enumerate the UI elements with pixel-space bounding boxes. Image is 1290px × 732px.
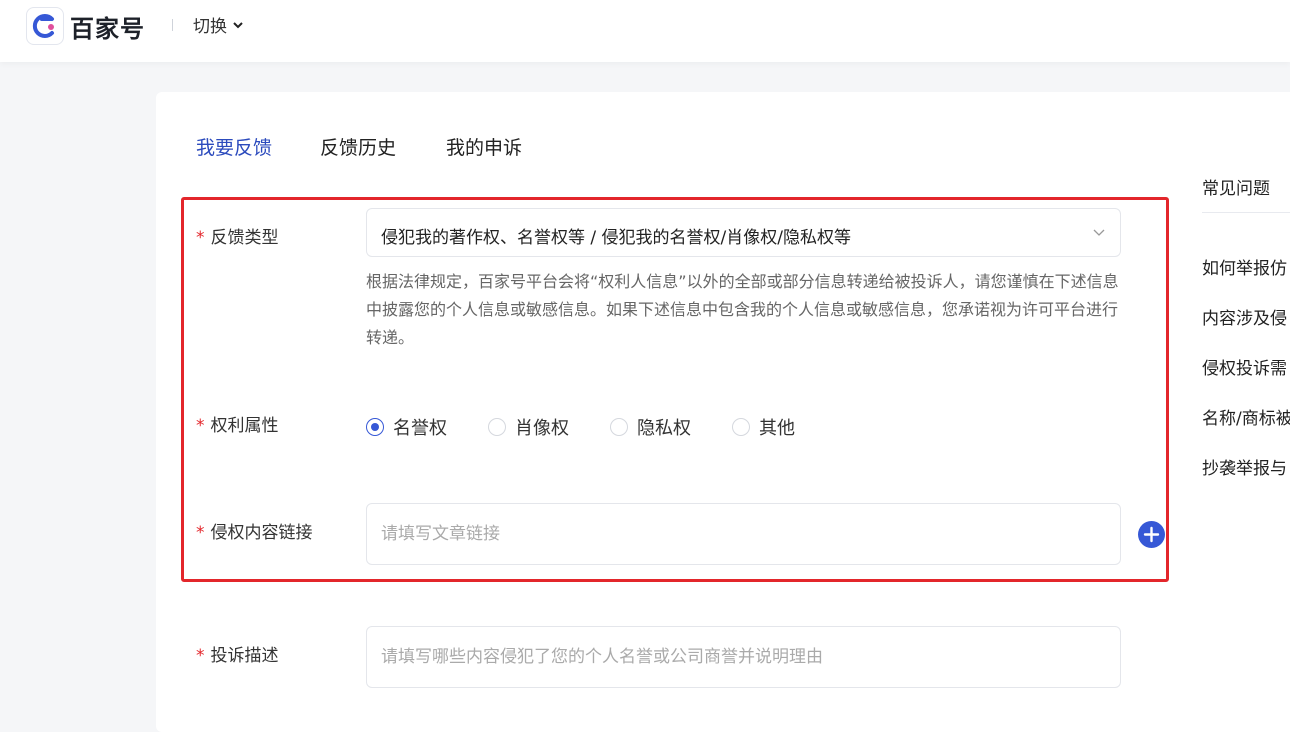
faq-item[interactable]: 名称/商标被 (1202, 404, 1290, 429)
switch-label: 切换 (193, 17, 227, 37)
radio-portrait-right[interactable]: 肖像权 (488, 414, 569, 440)
privacy-notice: 根据法律规定，百家号平台会将“权利人信息”以外的全部或部分信息转递给被投诉人，请… (366, 272, 1119, 347)
radio-circle (610, 418, 628, 436)
add-link-button[interactable] (1138, 521, 1165, 548)
complaint-description-label: * 投诉描述 (196, 646, 279, 666)
feedback-type-value: 侵犯我的著作权、名誉权等 / 侵犯我的名誉权/肖像权/隐私权等 (381, 228, 851, 248)
chevron-down-icon (233, 21, 243, 28)
chevron-down-icon (1093, 229, 1105, 236)
radio-reputation-right[interactable]: 名誉权 (366, 414, 447, 440)
feedback-type-select[interactable]: 侵犯我的著作权、名誉权等 / 侵犯我的名誉权/肖像权/隐私权等 (366, 208, 1121, 257)
feedback-type-label: * 反馈类型 (196, 228, 279, 248)
faq-title: 常见问题 (1202, 179, 1270, 199)
faq-item[interactable]: 侵权投诉需 (1202, 354, 1287, 379)
radio-circle (366, 418, 384, 436)
plus-icon (1143, 526, 1160, 543)
switch-account-dropdown[interactable]: 切换 (193, 12, 244, 37)
baijiahao-logo-icon[interactable] (26, 7, 64, 45)
rights-attribute-label: * 权利属性 (196, 416, 279, 436)
brand-name[interactable]: 百家号 (70, 9, 145, 44)
faq-item[interactable]: 内容涉及侵 (1202, 304, 1287, 329)
tab-feedback-history[interactable]: 反馈历史 (320, 133, 396, 160)
tab-my-appeals[interactable]: 我的申诉 (446, 133, 522, 160)
top-bar: 百家号 切换 (0, 0, 1290, 62)
infringing-link-label: * 侵权内容链接 (196, 523, 313, 543)
required-mark: * (196, 228, 205, 248)
faq-divider (1202, 212, 1290, 213)
infringing-link-input[interactable] (366, 503, 1121, 565)
required-mark: * (196, 523, 205, 543)
tab-submit-feedback[interactable]: 我要反馈 (196, 133, 272, 160)
radio-other[interactable]: 其他 (732, 414, 795, 440)
faq-item[interactable]: 抄袭举报与 (1202, 454, 1287, 479)
required-mark: * (196, 416, 205, 436)
radio-circle (488, 418, 506, 436)
radio-circle (732, 418, 750, 436)
faq-item[interactable]: 如何举报仿 (1202, 254, 1287, 279)
complaint-description-input[interactable] (366, 626, 1121, 688)
header-divider (172, 19, 173, 31)
radio-privacy-right[interactable]: 隐私权 (610, 414, 691, 440)
required-mark: * (196, 646, 205, 666)
